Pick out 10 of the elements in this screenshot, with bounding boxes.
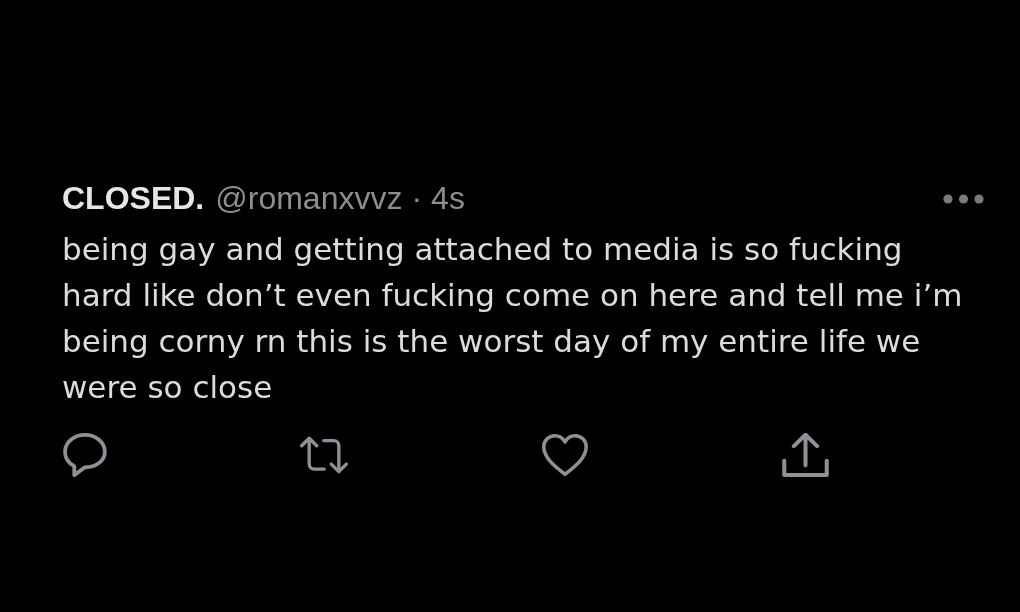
more-icon[interactable] <box>943 194 984 204</box>
timestamp[interactable]: 4s <box>431 180 465 216</box>
separator-dot: · <box>411 180 423 216</box>
tweet-text: being gay and getting attached to media is so fucking hard like don’t even fucking come on here and tell me i’m being corny rn this is the worst day of my entire life we were so close <box>62 230 964 407</box>
repost-arrows-icon[interactable] <box>300 436 348 474</box>
heart-icon[interactable] <box>542 434 588 476</box>
display-name[interactable]: CLOSED. <box>62 180 205 216</box>
share-icon[interactable] <box>781 433 829 477</box>
user-handle[interactable]: @romanxvvz <box>215 180 403 216</box>
speech-bubble-icon[interactable] <box>63 433 109 477</box>
